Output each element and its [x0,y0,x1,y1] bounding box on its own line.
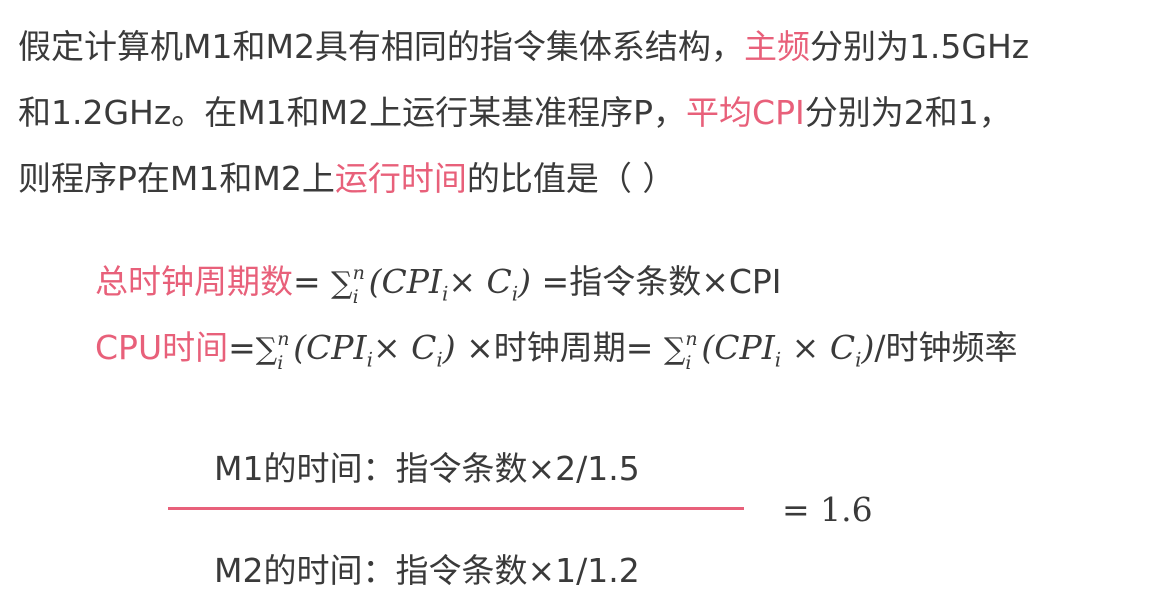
highlight-average-cpi: 平均CPI [686,93,805,132]
fraction-denominator: M2的时间：指令条数×1/1.2 [214,551,640,590]
question-text-segment: 分别为2和1， [804,93,1012,132]
formula-label: 总时钟周期数 [95,262,293,301]
math-expression: (CPIi × Ci) [701,328,875,370]
formula-rhs: =指令条数×CPI [541,262,782,301]
summation-limits: ni [277,328,293,374]
times-sign: × [791,328,820,367]
summation-limits: ni [353,262,369,308]
math-close: ) [861,328,875,367]
math-open: (CPI [368,262,442,301]
subscript: i [774,347,782,372]
math-expression: (CPIi× Ci) [293,328,456,370]
sum-lower-limit: i [685,352,692,374]
sum-lower-limit: i [277,352,284,374]
formula-rhs: /时钟频率 [874,328,1018,367]
math-c: C [411,328,437,367]
math-close: ) [518,262,532,301]
math-open: (CPI [293,328,367,367]
question-text-segment: 的比值是（ ） [466,159,676,198]
fraction-numerator: M1的时间：指令条数×2/1.5 [214,449,640,488]
times-sign: × [448,262,477,301]
summation-limits: ni [685,328,701,374]
question-line-1: 假定计算机M1和M2具有相同的指令集体系结构，主频分别为1.5GHz [18,14,1163,80]
formula-total-clock-cycles: 总时钟周期数= ∑ n i (CPIi× Ci) =指令条数×CPI [95,262,782,308]
question-line-3: 则程序P在M1和M2上运行时间的比值是（ ） [18,146,1163,212]
math-c: C [829,328,856,367]
question-text-segment: 假定计算机M1和M2具有相同的指令集体系结构， [18,27,744,66]
formula-cpu-time: CPU时间=∑ n i (CPIi× Ci) ×时钟周期= ∑ n i (CPIi × Ci… [95,328,1018,374]
times-sign: × [372,328,401,367]
formula-mid: ×时钟周期= [466,328,654,367]
highlight-clock-frequency: 主频 [743,27,810,66]
question-text-segment: 分别为1.5GHz [809,27,1030,66]
fraction-bar [168,507,744,510]
fraction-result: = 1.6 [782,490,873,529]
math-close: ) [442,328,456,367]
equals-sign: = [293,262,321,301]
formula-label: CPU时间 [95,328,229,367]
summation-symbol: ∑ [255,332,278,367]
summation-symbol: ∑ [331,266,353,301]
math-expression: (CPIi× Ci) [368,262,532,304]
time-ratio-fraction: M1的时间：指令条数×2/1.5 M2的时间：指令条数×1/1.2 [168,440,748,590]
question-text-segment: 和1.2GHz。在M1和M2上运行某基准程序P， [18,93,687,132]
equals-sign: = [228,328,256,367]
math-c: C [486,262,512,301]
sum-lower-limit: i [352,286,359,308]
question-text-segment: 则程序P在M1和M2上 [18,159,335,198]
question-line-2: 和1.2GHz。在M1和M2上运行某基准程序P，平均CPI分别为2和1， [18,80,1163,146]
question-text: 假定计算机M1和M2具有相同的指令集体系结构，主频分别为1.5GHz 和1.2G… [18,14,1163,212]
math-open: (CPI [701,328,775,367]
summation-symbol: ∑ [663,332,686,367]
highlight-run-time: 运行时间 [334,159,467,198]
